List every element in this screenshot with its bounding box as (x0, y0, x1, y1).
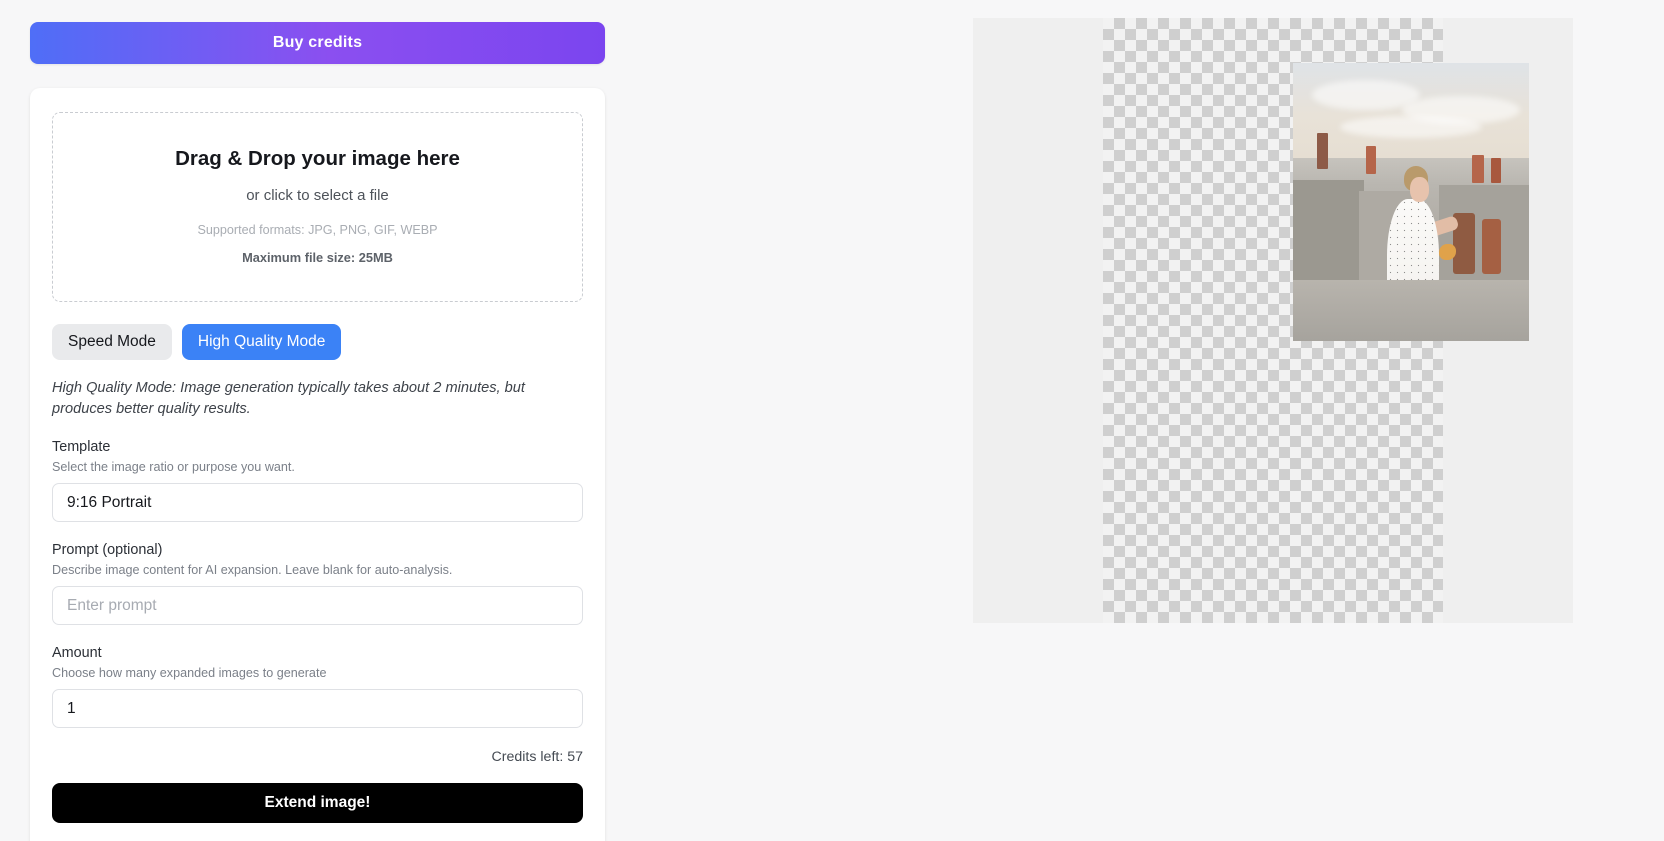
extend-image-button[interactable]: Extend image! (52, 783, 583, 824)
app-root: Buy credits Drag & Drop your image here … (0, 0, 1664, 841)
buy-credits-button[interactable]: Buy credits (30, 22, 605, 64)
photo-chimney (1491, 157, 1501, 183)
template-field: Template Select the image ratio or purpo… (52, 439, 583, 523)
photo-chimney (1472, 154, 1485, 183)
photo-chimney (1316, 132, 1329, 169)
dropzone-subtitle: or click to select a file (246, 187, 389, 204)
template-select[interactable]: 9:16 Portrait (52, 483, 583, 523)
amount-label: Amount (52, 645, 102, 662)
settings-card: Drag & Drop your image here or click to … (30, 88, 605, 841)
prompt-label: Prompt (optional) (52, 542, 163, 559)
expansion-canvas[interactable] (973, 18, 1573, 623)
speed-mode-button[interactable]: Speed Mode (52, 324, 172, 360)
image-dropzone[interactable]: Drag & Drop your image here or click to … (52, 112, 583, 302)
photo-cloud (1340, 115, 1482, 139)
credits-left-label: Credits left: 57 (491, 749, 583, 766)
template-label: Template (52, 439, 111, 456)
transparency-checkerboard[interactable] (1103, 18, 1529, 623)
photo-chimney (1481, 218, 1501, 275)
source-image-thumbnail[interactable] (1293, 63, 1529, 341)
prompt-hint: Describe image content for AI expansion.… (52, 563, 453, 578)
mode-toggle-group: Speed Mode High Quality Mode (52, 324, 583, 360)
template-hint: Select the image ratio or purpose you wa… (52, 460, 295, 475)
dropzone-title: Drag & Drop your image here (175, 147, 460, 170)
dropzone-max-size: Maximum file size: 25MB (242, 250, 393, 265)
prompt-field: Prompt (optional) Describe image content… (52, 542, 583, 626)
mode-description: High Quality Mode: Image generation typi… (52, 380, 525, 417)
left-control-panel: Buy credits Drag & Drop your image here … (0, 0, 635, 841)
amount-field: Amount Choose how many expanded images t… (52, 645, 583, 729)
high-quality-mode-button[interactable]: High Quality Mode (181, 324, 342, 360)
photo-face (1409, 176, 1429, 202)
photo-ledge (1293, 279, 1529, 341)
amount-hint: Choose how many expanded images to gener… (52, 666, 327, 681)
right-preview-panel: 任意拖拽 💡Pro tip: We recommend setting the … (635, 0, 1664, 841)
prompt-input[interactable]: Enter prompt (52, 586, 583, 626)
amount-input[interactable]: 1 (52, 689, 583, 729)
dropzone-formats: Supported formats: JPG, PNG, GIF, WEBP (197, 223, 438, 237)
photo-chimney (1366, 146, 1376, 175)
